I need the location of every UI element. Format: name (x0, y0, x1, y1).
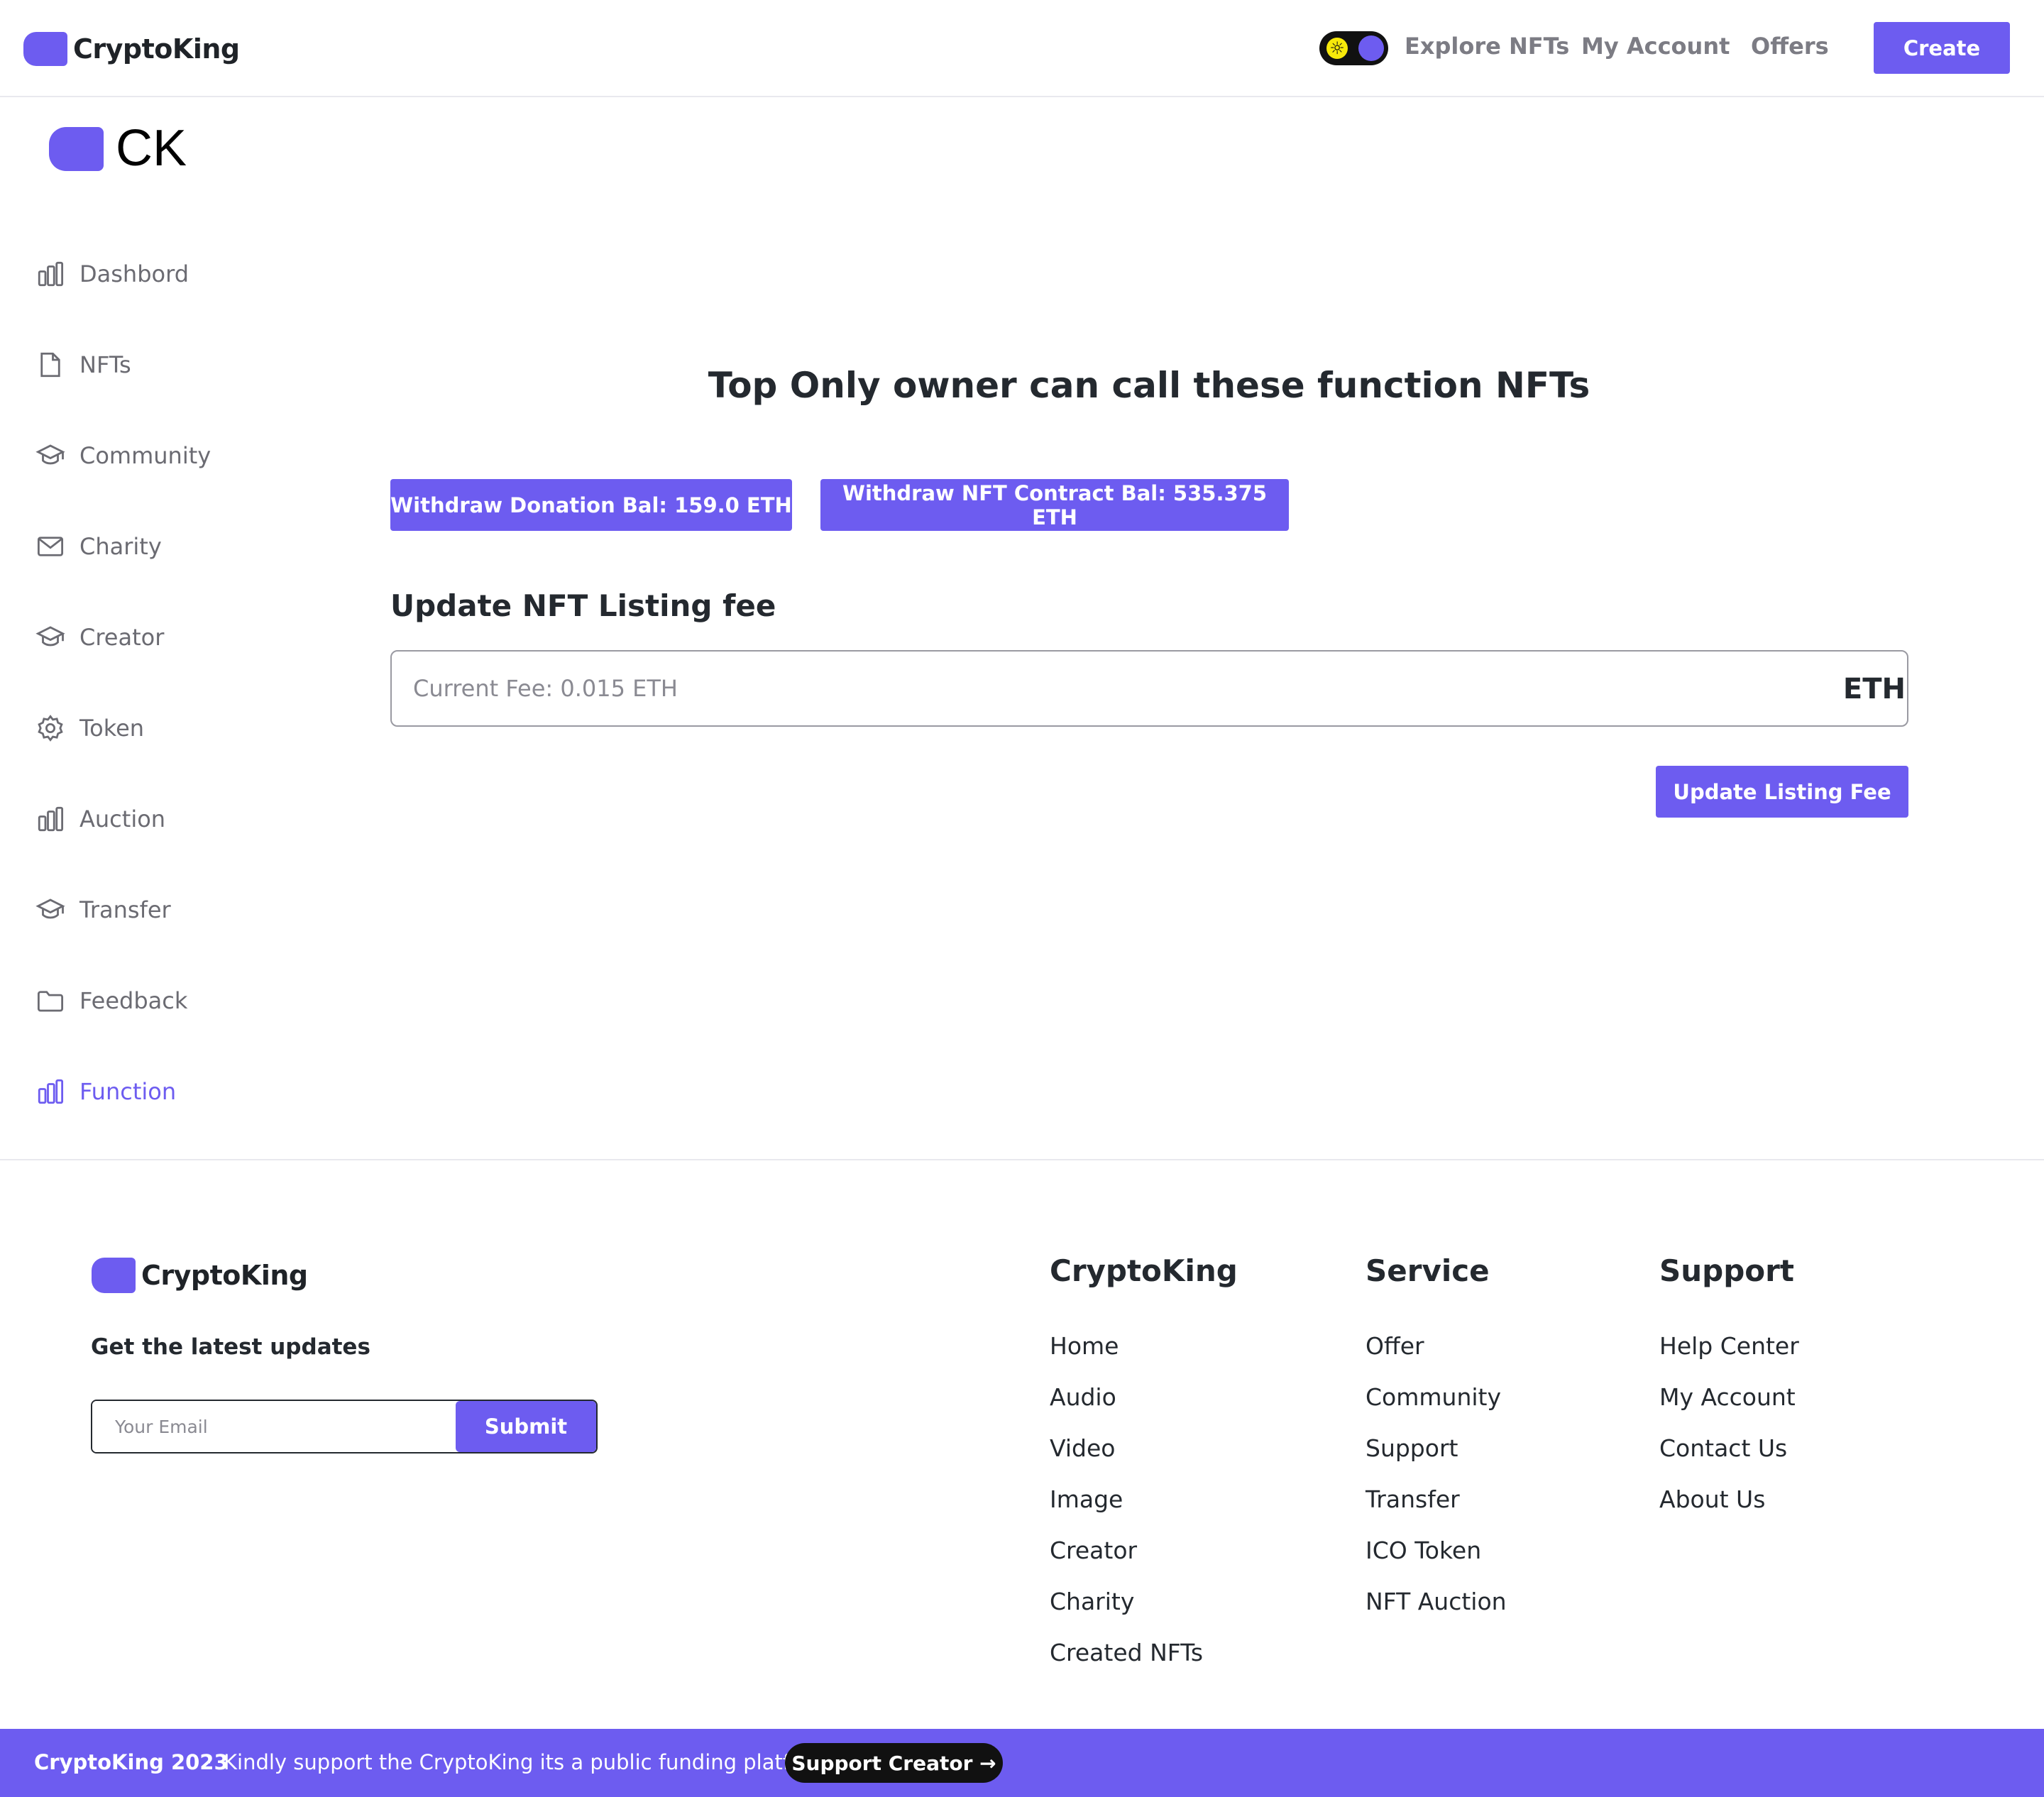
footer-divider (0, 1159, 2044, 1160)
graduation-cap-icon (35, 444, 65, 465)
footer-column-title: Support (1659, 1253, 1794, 1288)
nav-my-account[interactable]: My Account (1581, 33, 1730, 60)
sidebar-item-label: Feedback (79, 987, 188, 1014)
footer-link-transfer[interactable]: Transfer (1366, 1485, 1507, 1537)
sidebar-logo-text: CK (116, 120, 187, 177)
bar-chart-icon (38, 261, 64, 287)
footer-column-service: Service Offer Community Support Transfer… (1366, 1253, 1507, 1639)
top-navbar: CryptoKing ☼ Explore NFTs My Account Off… (0, 0, 2044, 97)
footer-link-home[interactable]: Home (1050, 1332, 1238, 1383)
sidebar-item-label: Dashbord (79, 260, 189, 287)
sidebar-item-label: Community (79, 442, 211, 469)
footer-column-cryptoking: CryptoKing Home Audio Video Image Creato… (1050, 1253, 1238, 1690)
sidebar-item-creator[interactable]: Creator (35, 620, 164, 655)
sidebar-item-label: Token (79, 715, 145, 742)
brand-logo-link[interactable]: CryptoKing (23, 31, 240, 67)
bottom-banner: CryptoKing 2023 · Kindly support the Cry… (0, 1729, 2044, 1797)
separator-dot: · (206, 1750, 213, 1774)
footer-brand-name: CryptoKing (141, 1260, 308, 1291)
listing-fee-input[interactable] (413, 652, 1762, 725)
brand-logo-shape (23, 32, 67, 66)
sidebar-item-label: Transfer (79, 896, 171, 923)
sidebar-item-dashboard[interactable]: Dashbord (35, 256, 189, 292)
submit-button[interactable]: Submit (456, 1401, 596, 1452)
withdraw-donation-button[interactable]: Withdraw Donation Bal: 159.0 ETH (390, 479, 792, 531)
sun-icon: ☼ (1326, 38, 1348, 59)
sidebar-item-auction[interactable]: Auction (35, 801, 165, 837)
copyright-text: CryptoKing 2023 (34, 1750, 229, 1774)
graduation-cap-icon (35, 626, 65, 647)
footer-link-image[interactable]: Image (1050, 1485, 1238, 1537)
bar-chart-icon (38, 1079, 64, 1104)
create-button[interactable]: Create (1874, 22, 2010, 74)
footer-link-contact-us[interactable]: Contact Us (1659, 1434, 1799, 1485)
footer-link-created-nfts[interactable]: Created NFTs (1050, 1639, 1238, 1690)
sidebar-item-transfer[interactable]: Transfer (35, 892, 171, 928)
footer-column-title: CryptoKing (1050, 1253, 1238, 1288)
sidebar-item-label: Auction (79, 806, 166, 832)
footer-link-audio[interactable]: Audio (1050, 1383, 1238, 1434)
sidebar-item-label: Function (79, 1078, 177, 1105)
sidebar-item-label: Creator (79, 624, 165, 651)
nav-explore-nfts[interactable]: Explore NFTs (1405, 33, 1569, 60)
footer-link-help-center[interactable]: Help Center (1659, 1332, 1799, 1383)
sidebar-item-community[interactable]: Community (35, 438, 211, 473)
sidebar-item-charity[interactable]: Charity (35, 529, 162, 564)
newsletter-form: Submit (91, 1400, 598, 1453)
newsletter-heading: Get the latest updates (91, 1334, 370, 1360)
sidebar-item-token[interactable]: Token (35, 710, 144, 746)
listing-fee-field: ETH (390, 650, 1908, 727)
footer-logo-shape (92, 1258, 136, 1293)
footer-link-charity[interactable]: Charity (1050, 1588, 1238, 1639)
update-listing-fee-button[interactable]: Update Listing Fee (1656, 766, 1908, 818)
toggle-knob (1358, 35, 1384, 61)
sidebar-item-function[interactable]: Function (35, 1074, 176, 1109)
gear-icon (38, 715, 63, 742)
listing-fee-heading: Update NFT Listing fee (390, 588, 776, 623)
sidebar-item-label: NFTs (79, 351, 131, 378)
footer-link-video[interactable]: Video (1050, 1434, 1238, 1485)
footer-link-ico-token[interactable]: ICO Token (1366, 1537, 1507, 1588)
footer-column-support: Support Help Center My Account Contact U… (1659, 1253, 1799, 1537)
footer-link-support[interactable]: Support (1366, 1434, 1507, 1485)
page-title: Top Only owner can call these function N… (708, 365, 1590, 406)
email-input[interactable] (92, 1401, 456, 1452)
footer-link-my-account[interactable]: My Account (1659, 1383, 1799, 1434)
support-creator-button[interactable]: Support Creator → (785, 1743, 1003, 1783)
footer-link-offer[interactable]: Offer (1366, 1332, 1507, 1383)
folder-icon (37, 991, 64, 1012)
bar-chart-icon (38, 806, 64, 832)
fee-unit-label: ETH (1842, 673, 1906, 705)
file-icon (40, 352, 60, 378)
footer-link-creator[interactable]: Creator (1050, 1537, 1238, 1588)
support-message: Kindly support the CryptoKing its a publ… (224, 1750, 831, 1774)
graduation-cap-icon (35, 898, 65, 919)
footer-column-title: Service (1366, 1253, 1490, 1288)
footer-link-community[interactable]: Community (1366, 1383, 1507, 1434)
footer-brand-link[interactable]: CryptoKing (92, 1258, 308, 1293)
sidebar-item-label: Charity (79, 533, 162, 560)
sidebar-item-feedback[interactable]: Feedback (35, 983, 187, 1018)
nav-offers[interactable]: Offers (1751, 33, 1829, 60)
sidebar-item-nfts[interactable]: NFTs (35, 347, 131, 383)
mail-icon (37, 537, 64, 556)
sidebar-logo-shape (49, 127, 104, 171)
brand-name: CryptoKing (73, 33, 240, 65)
footer-link-about-us[interactable]: About Us (1659, 1485, 1799, 1537)
withdraw-contract-button[interactable]: Withdraw NFT Contract Bal: 535.375 ETH (820, 479, 1289, 531)
footer-link-nft-auction[interactable]: NFT Auction (1366, 1588, 1507, 1639)
theme-toggle[interactable]: ☼ (1319, 31, 1388, 65)
